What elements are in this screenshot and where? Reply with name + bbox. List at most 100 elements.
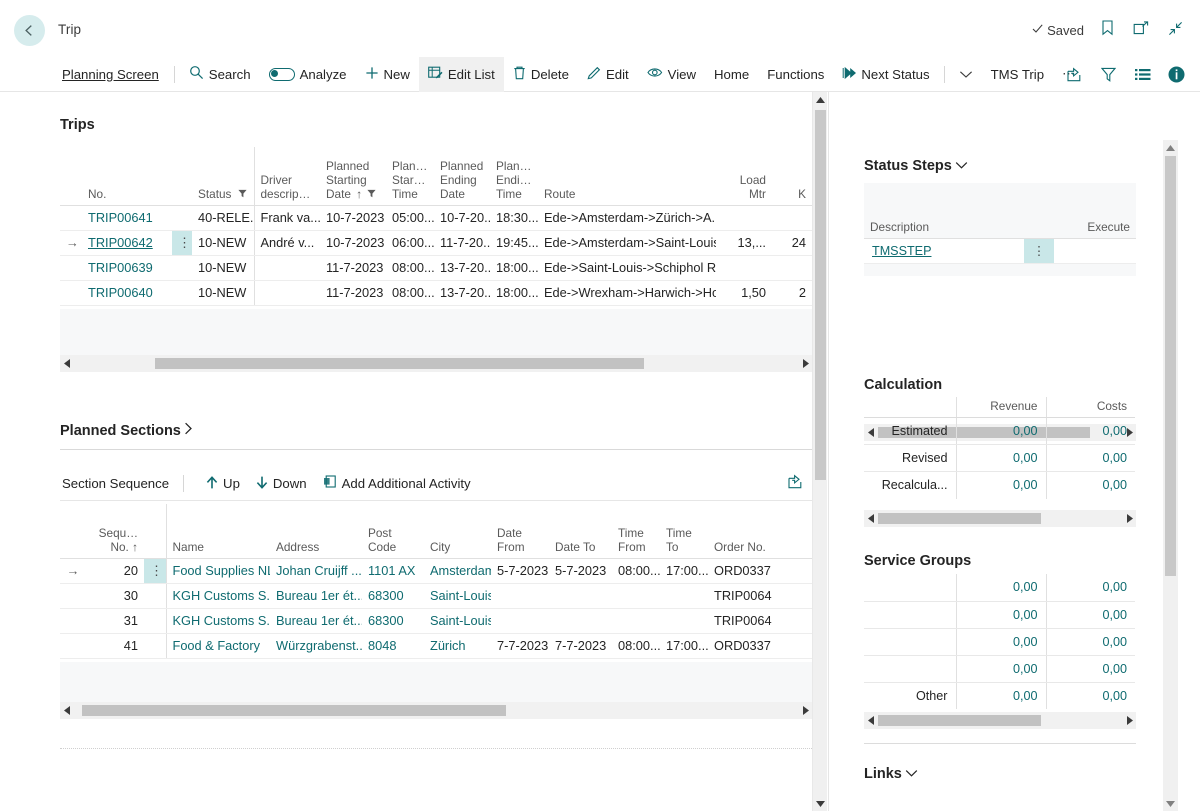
row-menu-icon[interactable]: ⋮ (1024, 238, 1054, 264)
filter-icon[interactable] (1100, 66, 1117, 83)
cell-name[interactable]: KGH Customs S... (165, 608, 270, 634)
toggle-switch[interactable] (268, 67, 295, 81)
open-in-new-window-icon[interactable] (1132, 19, 1150, 37)
cell-address[interactable]: Johan Cruijff ... (270, 558, 362, 584)
filter-icon[interactable] (367, 187, 376, 201)
cell-no[interactable]: TRIP00642 (82, 230, 172, 256)
cell-no[interactable]: TRIP00640 (82, 280, 172, 306)
status-steps-header[interactable]: Status Steps (864, 157, 968, 175)
row-menu-icon[interactable] (172, 205, 192, 231)
cell-no[interactable]: TRIP00639 (82, 255, 172, 281)
th-order-no[interactable]: Order No. (708, 504, 812, 559)
scroll-left-arrow[interactable] (60, 702, 74, 719)
ribbon-more-chevron[interactable] (950, 57, 982, 92)
th-k[interactable]: K (772, 147, 812, 206)
th-address[interactable]: Address (270, 504, 362, 559)
scroll-thumb[interactable] (1165, 156, 1176, 576)
scroll-thumb[interactable] (878, 715, 1041, 726)
cell-costs[interactable]: 0,00 (1045, 682, 1135, 709)
cell-city[interactable]: Saint-Louis (424, 608, 491, 634)
ribbon-view[interactable]: View (638, 57, 705, 92)
th-planned-starting-time[interactable]: Plan… Star… Time (386, 147, 434, 206)
cell-address[interactable]: Würzgrabenst... (270, 633, 362, 659)
scroll-down-arrow[interactable] (1163, 795, 1178, 811)
cell-post-code[interactable]: 68300 (362, 608, 424, 634)
th-city[interactable]: City (424, 504, 491, 559)
chevron-down-icon[interactable] (955, 157, 968, 175)
th-executed[interactable]: Execute (1054, 183, 1136, 239)
add-additional-activity-button[interactable]: Add Additional Activity (315, 466, 479, 501)
cell-revenue[interactable]: 0,00 (955, 628, 1046, 656)
scroll-up-arrow[interactable] (813, 92, 828, 108)
th-date-to[interactable]: Date To (549, 504, 612, 559)
table-row[interactable]: Revised 0,00 0,00 (864, 444, 1135, 472)
ribbon-new[interactable]: New (356, 57, 419, 92)
trips-hscrollbar[interactable] (60, 355, 812, 372)
planned-sections-hscrollbar[interactable] (60, 702, 812, 719)
cell-revenue[interactable]: 0,00 (955, 682, 1046, 709)
cell-post-code[interactable]: 1101 AX (362, 558, 424, 584)
filter-icon[interactable] (238, 187, 247, 201)
factbox-vscrollbar[interactable] (1163, 140, 1178, 811)
table-row[interactable]: TRIP00639 10-NEW 11-7-2023 08:00... 13-7… (60, 255, 812, 281)
cell-costs[interactable]: 0,00 (1045, 574, 1135, 602)
cell-costs[interactable]: 0,00 (1045, 655, 1135, 683)
table-row[interactable]: Recalcula... 0,00 0,00 (864, 471, 1135, 499)
th-driver[interactable]: Driver descrip… (253, 147, 320, 206)
ribbon-search[interactable]: Search (180, 57, 260, 92)
table-row[interactable]: TRIP00640 10-NEW 11-7-2023 08:00... 13-7… (60, 280, 812, 306)
th-name[interactable]: Name (165, 504, 270, 559)
table-row[interactable]: TRIP00641 40-RELE... Frank va... 10-7-20… (60, 205, 812, 231)
cell-costs[interactable]: 0,00 (1045, 601, 1135, 629)
row-menu-icon[interactable] (172, 255, 192, 281)
cell-post-code[interactable]: 68300 (362, 583, 424, 609)
cell-revenue[interactable]: 0,00 (955, 444, 1046, 472)
saved-status[interactable]: Saved (1031, 22, 1084, 38)
th-route[interactable]: Route (538, 147, 716, 206)
table-row[interactable]: → 20 ⋮ Food Supplies NL Johan Cruijff ..… (60, 558, 812, 584)
table-row[interactable]: 0,00 0,00 (864, 628, 1135, 656)
scroll-right-arrow[interactable] (798, 355, 812, 372)
table-row[interactable]: 41 Food & Factory Würzgrabenst... 8048 Z… (60, 633, 812, 659)
th-time-from[interactable]: Time From (612, 504, 660, 559)
th-load-mtr[interactable]: Load Mtr (716, 147, 772, 206)
cell-revenue[interactable]: 0,00 (955, 655, 1046, 683)
cell-name[interactable]: KGH Customs S... (165, 583, 270, 609)
ribbon-next-status[interactable]: Next Status (833, 57, 938, 92)
ribbon-home[interactable]: Home (705, 57, 758, 92)
th-costs[interactable]: Costs (1045, 397, 1135, 418)
th-seq-no[interactable]: Sequ… No. ↑ (86, 504, 144, 559)
cell-costs[interactable]: 0,00 (1045, 471, 1135, 499)
row-menu-icon[interactable] (144, 633, 166, 659)
move-up-button[interactable]: Up (198, 466, 248, 501)
table-row[interactable]: 31 KGH Customs S... Bureau 1er ét... 683… (60, 608, 812, 634)
scroll-thumb[interactable] (878, 513, 1041, 524)
scroll-left-arrow[interactable] (864, 712, 878, 729)
ribbon-analyze[interactable]: Analyze (260, 57, 356, 92)
row-menu-icon[interactable]: ⋮ (172, 230, 192, 256)
scroll-right-arrow[interactable] (1122, 510, 1136, 527)
scroll-right-arrow[interactable] (1122, 712, 1136, 729)
th-description[interactable]: Description (864, 183, 1024, 239)
th-no[interactable]: No. (82, 147, 172, 206)
links-header[interactable]: Links (864, 765, 918, 783)
th-post-code[interactable]: Post Code (362, 504, 424, 559)
share-icon[interactable] (788, 474, 812, 494)
service-groups-hscrollbar[interactable] (864, 712, 1136, 729)
scroll-down-arrow[interactable] (813, 795, 828, 811)
ribbon-planning-screen[interactable]: Planning Screen (62, 57, 169, 92)
table-row[interactable]: 0,00 0,00 (864, 574, 1135, 602)
scroll-up-arrow[interactable] (1163, 140, 1178, 156)
share-icon[interactable] (1066, 66, 1083, 83)
cell-post-code[interactable]: 8048 (362, 633, 424, 659)
planned-sections-header[interactable]: Planned Sections (60, 422, 193, 440)
cell-city[interactable]: Zürich (424, 633, 491, 659)
move-down-button[interactable]: Down (248, 466, 315, 501)
table-row[interactable]: 0,00 0,00 (864, 655, 1135, 683)
th-date-from[interactable]: Date From (491, 504, 549, 559)
list-icon[interactable] (1134, 66, 1151, 83)
collapse-icon[interactable] (1166, 19, 1184, 37)
table-row[interactable]: Other 0,00 0,00 (864, 682, 1135, 709)
cell-address[interactable]: Bureau 1er ét... (270, 583, 362, 609)
th-planned-ending-time[interactable]: Plan… Endi… Time (490, 147, 538, 206)
